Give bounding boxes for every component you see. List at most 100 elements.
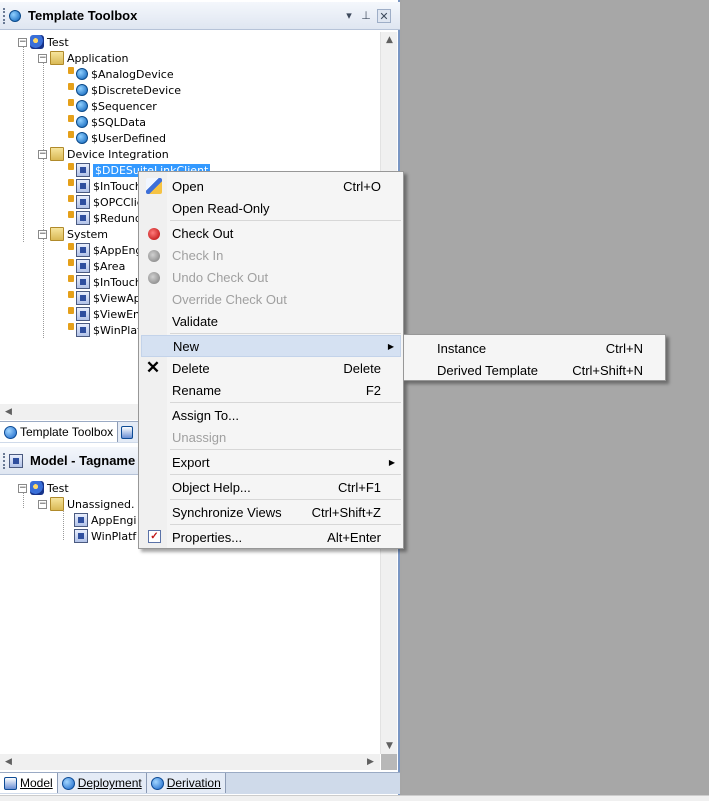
lock-icon	[68, 114, 74, 122]
menu-item-instance[interactable]: Instance Ctrl+N	[406, 337, 663, 359]
menu-item-delete[interactable]: ✕ Delete Delete	[141, 357, 401, 379]
menu-item-override-check-out[interactable]: Override Check Out	[141, 288, 401, 310]
template-icon	[76, 68, 88, 80]
lock-icon	[68, 274, 74, 282]
scroll-up-icon[interactable]: ▲	[381, 32, 398, 48]
open-icon	[146, 178, 162, 194]
toolbox-icon	[9, 9, 21, 22]
menu-item-undo-check-out[interactable]: Undo Check Out	[141, 266, 401, 288]
derivation-tab-icon	[150, 776, 164, 790]
tree-item[interactable]: $Area	[68, 258, 125, 274]
tab-graphic-toolbox[interactable]	[118, 422, 141, 442]
template-icon	[76, 179, 90, 193]
close-icon[interactable]: ✕	[377, 9, 391, 23]
platform-icon	[74, 529, 88, 543]
template-toolbox-header: Template Toolbox ▾ ⊥ ✕	[0, 2, 400, 30]
folder-icon	[50, 51, 64, 65]
galaxy-icon	[30, 35, 44, 49]
menu-item-assign-to[interactable]: Assign To...	[141, 404, 401, 426]
template-icon	[76, 163, 90, 177]
tab-derivation[interactable]: Derivation	[146, 773, 226, 793]
new-submenu: Instance Ctrl+N Derived Template Ctrl+Sh…	[403, 334, 666, 381]
lock-icon	[68, 210, 74, 218]
engine-icon	[74, 513, 88, 527]
tree-item[interactable]: $OPCClie	[68, 194, 144, 210]
model-tab-icon	[4, 776, 17, 790]
scroll-down-icon[interactable]: ▼	[381, 738, 398, 754]
tab-template-toolbox[interactable]: Template Toolbox	[0, 422, 119, 442]
template-icon	[76, 307, 90, 321]
context-menu: Open Ctrl+O Open Read-Only Check Out Che…	[138, 171, 404, 549]
scroll-left-icon[interactable]: ◀	[0, 404, 17, 420]
tree-item[interactable]: $InTouch	[68, 274, 142, 290]
tree-item[interactable]: $WinPlat	[68, 322, 141, 338]
tree-node-application[interactable]: − Application	[38, 50, 128, 66]
tree-node-test[interactable]: − Test	[18, 480, 69, 496]
menu-item-export[interactable]: Export ▶	[141, 451, 401, 473]
menu-item-check-out[interactable]: Check Out	[141, 222, 401, 244]
submenu-arrow-icon: ▶	[388, 457, 395, 467]
template-icon	[76, 275, 90, 289]
scroll-left-icon[interactable]: ◀	[0, 754, 17, 770]
tree-item[interactable]: $SQLData	[68, 114, 146, 130]
tree-item[interactable]: $AppEng	[68, 242, 142, 258]
tree-item[interactable]: $ViewAp	[68, 290, 141, 306]
tree-item[interactable]: WinPlatf	[74, 528, 136, 544]
undo-check-out-icon	[148, 272, 160, 284]
tree-item[interactable]: $Sequencer	[68, 98, 157, 114]
menu-item-open-read-only[interactable]: Open Read-Only	[141, 197, 401, 219]
menu-item-new[interactable]: New ▶	[141, 335, 401, 357]
tree-item[interactable]: AppEngi	[74, 512, 136, 528]
tab-model[interactable]: Model	[0, 773, 58, 793]
tree-node-device-integration[interactable]: − Device Integration	[38, 146, 169, 162]
lock-icon	[68, 306, 74, 314]
tree-node-unassigned[interactable]: − Unassigned.	[38, 496, 134, 512]
folder-icon	[50, 227, 64, 241]
collapse-icon[interactable]: −	[18, 37, 27, 47]
scroll-right-icon[interactable]: ▶	[362, 754, 379, 770]
delete-icon: ✕	[145, 358, 161, 377]
tree-item[interactable]: $UserDefined	[68, 130, 166, 146]
tab-deployment[interactable]: Deployment	[57, 773, 147, 793]
lock-icon	[68, 98, 74, 106]
tree-item[interactable]: $InTouch	[68, 178, 142, 194]
template-icon	[76, 211, 90, 225]
tree-item[interactable]: $Redund	[68, 210, 142, 226]
collapse-icon[interactable]: −	[18, 483, 27, 493]
menu-item-rename[interactable]: Rename F2	[141, 379, 401, 401]
tree-node-test[interactable]: − Test	[18, 34, 69, 50]
tree-item[interactable]: $AnalogDevice	[68, 66, 174, 82]
menu-item-open[interactable]: Open Ctrl+O	[141, 175, 401, 197]
tree-item[interactable]: $ViewEn	[68, 306, 140, 322]
check-in-icon	[148, 250, 160, 262]
model-icon	[9, 453, 23, 468]
menu-item-synchronize-views[interactable]: Synchronize Views Ctrl+Shift+Z	[141, 501, 401, 523]
grip-handle[interactable]	[3, 7, 6, 24]
bottom-tabs: Model Deployment Derivation	[0, 772, 400, 794]
model-horizontal-scrollbar[interactable]: ◀ ▶	[0, 754, 380, 770]
lock-icon	[68, 162, 74, 170]
tree-node-system[interactable]: − System	[38, 226, 108, 242]
collapse-icon[interactable]: −	[38, 229, 47, 239]
scroll-corner	[381, 754, 397, 770]
lock-icon	[68, 130, 74, 138]
submenu-arrow-icon: ▶	[387, 341, 394, 351]
menu-item-check-in[interactable]: Check In	[141, 244, 401, 266]
panel-title: Template Toolbox	[28, 8, 138, 23]
pin-icon[interactable]: ⊥	[359, 9, 373, 23]
menu-item-validate[interactable]: Validate	[141, 310, 401, 332]
collapse-icon[interactable]: −	[38, 53, 47, 63]
graphic-toolbox-icon	[121, 425, 134, 439]
menu-item-properties[interactable]: ✓ Properties... Alt+Enter	[141, 526, 401, 548]
template-icon	[76, 323, 90, 337]
collapse-icon[interactable]: −	[38, 149, 47, 159]
tree-item[interactable]: $DiscreteDevice	[68, 82, 181, 98]
menu-item-derived-template[interactable]: Derived Template Ctrl+Shift+N	[406, 359, 663, 381]
collapse-icon[interactable]: −	[38, 499, 47, 509]
grip-handle[interactable]	[3, 452, 6, 469]
lock-icon	[68, 258, 74, 266]
menu-item-object-help[interactable]: Object Help... Ctrl+F1	[141, 476, 401, 498]
dropdown-icon[interactable]: ▾	[342, 9, 356, 23]
menu-item-unassign[interactable]: Unassign	[141, 426, 401, 448]
lock-icon	[68, 194, 74, 202]
